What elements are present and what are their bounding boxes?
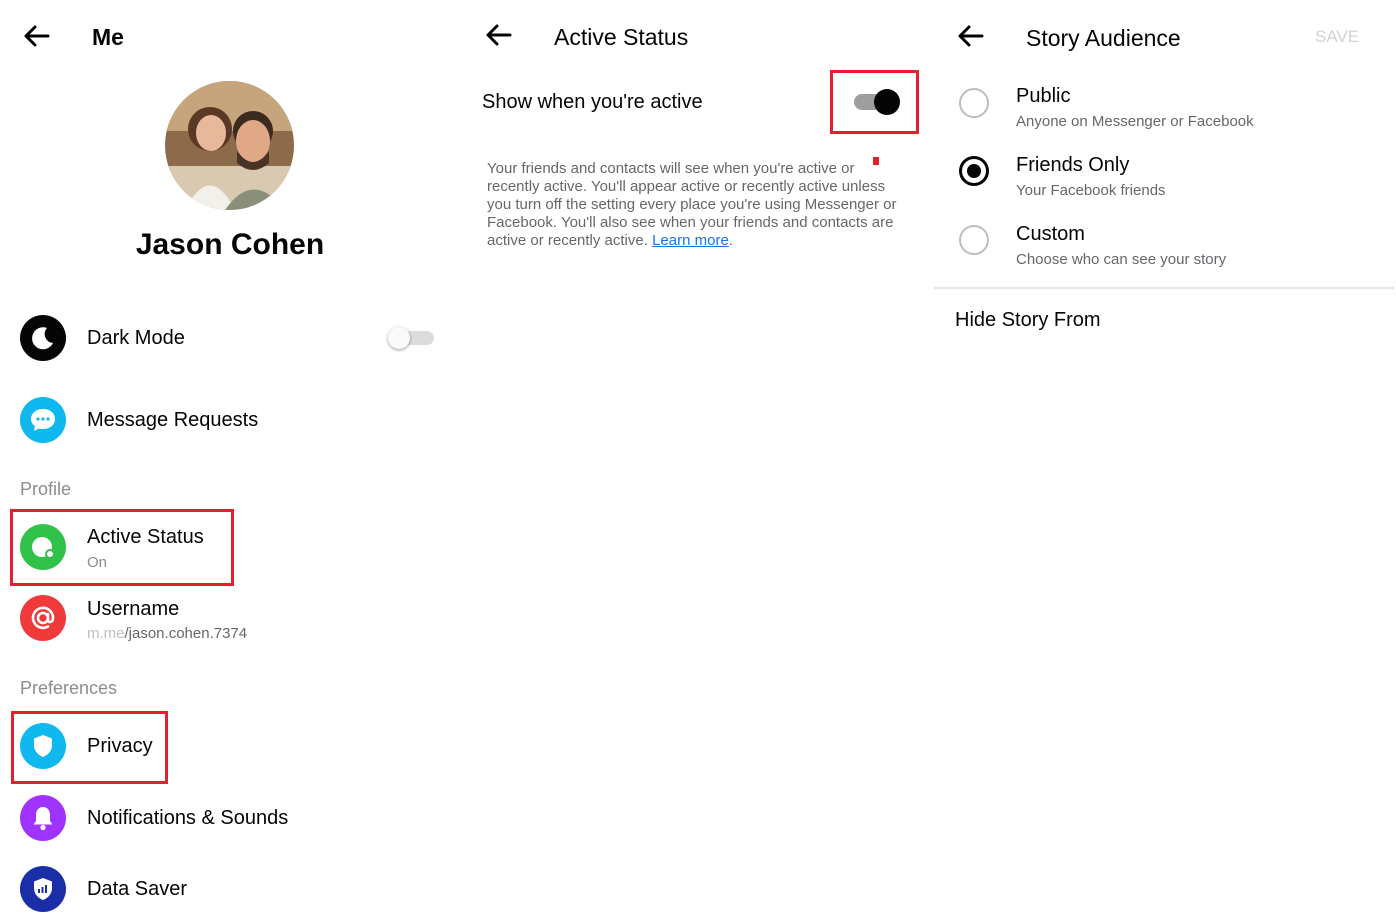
dark-mode-row[interactable]: Dark Mode	[10, 310, 450, 366]
data-saver-row[interactable]: Data Saver	[10, 861, 450, 917]
active-status-description: Your friends and contacts will see when …	[487, 160, 899, 250]
option-label: Public	[1016, 85, 1071, 107]
option-description: Your Facebook friends	[1016, 182, 1166, 199]
preferences-section-header: Preferences	[20, 678, 118, 698]
username-row[interactable]: Username m.me/jason.cohen.7374	[10, 590, 450, 646]
bell-icon	[20, 795, 66, 841]
username-value: m.me/jason.cohen.7374	[87, 625, 247, 642]
message-requests-label: Message Requests	[87, 409, 259, 431]
back-arrow-icon[interactable]	[954, 20, 986, 52]
at-sign-icon	[20, 595, 66, 641]
highlight-box	[11, 711, 168, 784]
message-requests-row[interactable]: Message Requests	[10, 392, 450, 448]
moon-icon	[20, 315, 66, 361]
divider	[934, 287, 1394, 289]
me-screen: Me Jason Cohen Dark Mode Message Request…	[0, 0, 466, 922]
highlight-box	[830, 70, 919, 134]
active-status-screen: Active Status Show when you're active Yo…	[466, 0, 932, 922]
story-audience-screen: Story Audience SAVE Public Anyone on Mes…	[932, 0, 1396, 922]
profile-name: Jason Cohen	[135, 228, 325, 261]
page-title: Active Status	[554, 24, 689, 50]
audience-option-custom[interactable]: Custom Choose who can see your story	[932, 216, 1396, 276]
hide-story-from-item[interactable]: Hide Story From	[955, 309, 1101, 332]
learn-more-link[interactable]: Learn more	[652, 232, 729, 249]
data-saver-label: Data Saver	[87, 878, 188, 900]
chat-bubble-icon	[20, 397, 66, 443]
data-saver-shield-icon	[20, 866, 66, 912]
audience-option-friends-only[interactable]: Friends Only Your Facebook friends	[932, 147, 1396, 207]
radio-button-selected[interactable]	[959, 156, 989, 186]
username-label: Username	[87, 598, 180, 620]
highlight-box	[10, 509, 234, 586]
profile-avatar[interactable]	[165, 81, 294, 210]
radio-button[interactable]	[959, 88, 989, 118]
show-active-label: Show when you're active	[482, 91, 703, 113]
back-arrow-icon[interactable]	[482, 19, 514, 51]
audience-option-public[interactable]: Public Anyone on Messenger or Facebook	[932, 78, 1396, 138]
page-title: Story Audience	[1026, 25, 1181, 51]
username-domain: m.me	[87, 625, 125, 642]
option-label: Friends Only	[1016, 154, 1130, 176]
radio-button[interactable]	[959, 225, 989, 255]
option-label: Custom	[1016, 223, 1085, 245]
option-description: Anyone on Messenger or Facebook	[1016, 113, 1254, 130]
description-period: .	[728, 232, 733, 249]
notifications-label: Notifications & Sounds	[87, 807, 289, 829]
save-button[interactable]: SAVE	[1315, 27, 1359, 47]
page-title: Me	[92, 24, 124, 50]
dark-mode-toggle[interactable]	[388, 327, 434, 349]
back-arrow-icon[interactable]	[20, 20, 52, 52]
dark-mode-label: Dark Mode	[87, 327, 185, 349]
profile-section-header: Profile	[20, 479, 72, 499]
option-description: Choose who can see your story	[1016, 251, 1227, 268]
username-path: /jason.cohen.7374	[124, 625, 248, 642]
notifications-row[interactable]: Notifications & Sounds	[10, 790, 450, 846]
